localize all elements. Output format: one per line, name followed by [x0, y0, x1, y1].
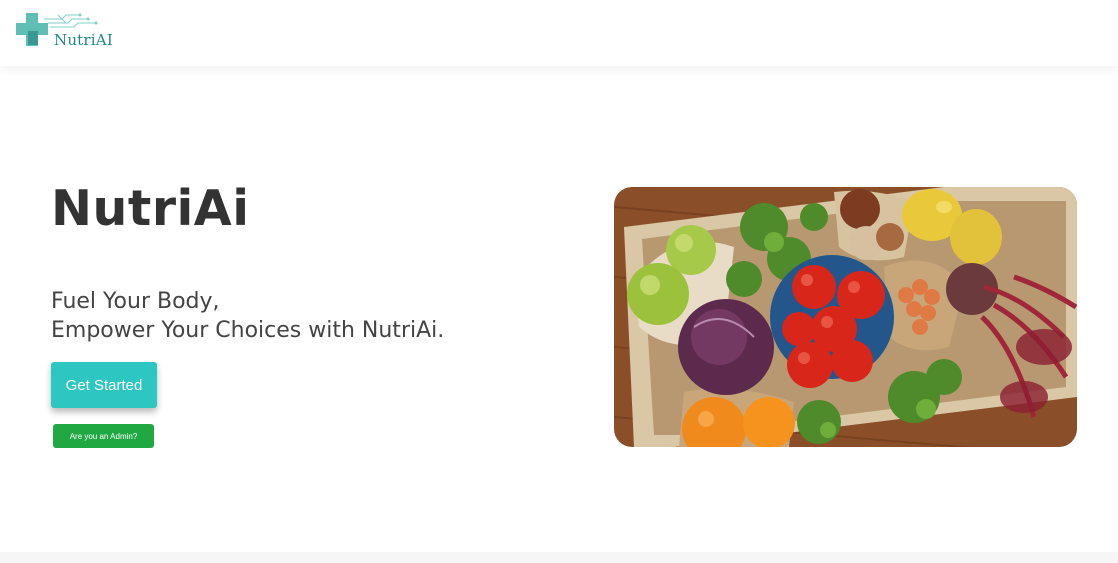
- logo-text: NutriAI: [54, 31, 113, 49]
- hero-tagline: Fuel Your Body, Empower Your Choices wit…: [51, 287, 444, 345]
- hero-produce-image: [614, 187, 1077, 447]
- admin-login-button[interactable]: Are you an Admin?: [53, 424, 154, 448]
- footer-strip: [0, 552, 1118, 563]
- landing-page: NutriAI NutriAi Fuel Your Body, Empower …: [0, 0, 1118, 563]
- tagline-line-1: Fuel Your Body,: [51, 289, 220, 314]
- top-navbar: NutriAI: [0, 0, 1118, 66]
- get-started-button[interactable]: Get Started: [51, 362, 157, 408]
- tagline-line-2: Empower Your Choices with NutriAi.: [51, 318, 445, 343]
- hero-title: NutriAi: [51, 180, 250, 237]
- fresh-produce-illustration: [614, 187, 1077, 447]
- logo[interactable]: NutriAI: [14, 12, 113, 54]
